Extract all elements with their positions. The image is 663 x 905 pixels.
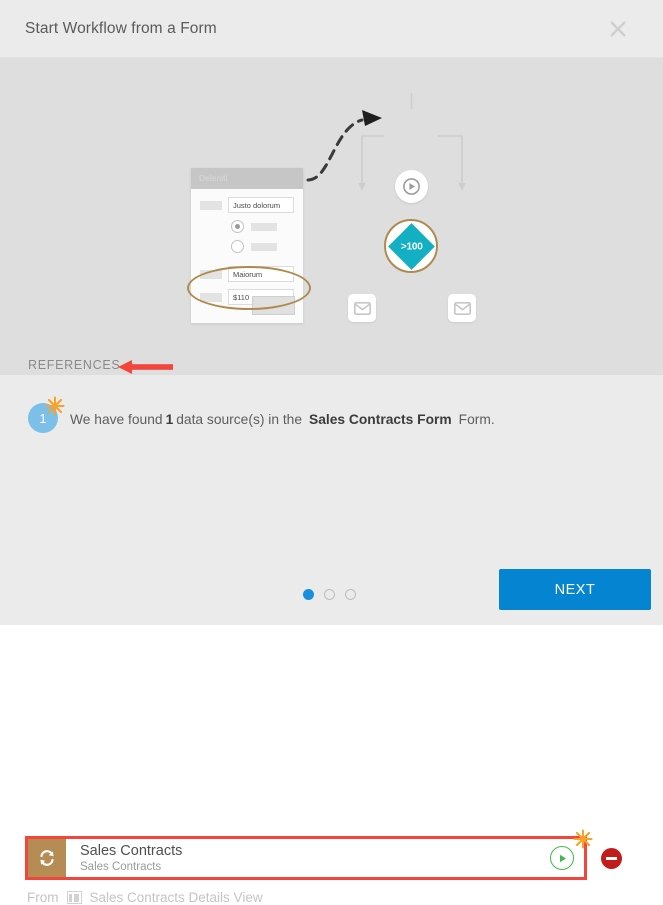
form-field-value: Maiorum bbox=[228, 266, 294, 282]
datasource-preview-button[interactable] bbox=[550, 846, 574, 870]
close-button[interactable] bbox=[601, 12, 635, 46]
form-radio-row bbox=[231, 240, 294, 253]
workflow-mail-node bbox=[348, 294, 376, 322]
illustration-form-card: Deleniti Justo dolorum Maiorum $110 bbox=[191, 168, 303, 323]
form-field-row: Maiorum bbox=[200, 266, 294, 282]
condition-label: >100 bbox=[400, 240, 422, 252]
datasource-subtitle: Sales Contracts bbox=[80, 860, 162, 873]
radio-label-placeholder bbox=[251, 242, 277, 251]
workflow-condition-node: >100 bbox=[384, 219, 438, 273]
radio-selected-icon bbox=[231, 220, 244, 233]
annotation-arrow-icon bbox=[118, 360, 173, 374]
datasource-remove-button[interactable] bbox=[601, 848, 622, 869]
datasource-labels: Sales Contracts Sales Contracts bbox=[80, 843, 550, 874]
radio-label-placeholder bbox=[251, 222, 277, 231]
pagination-dot-1[interactable] bbox=[303, 589, 314, 600]
references-heading: REFERENCES bbox=[28, 358, 121, 372]
form-field-label bbox=[200, 292, 222, 302]
found-text-after: Form. bbox=[458, 411, 495, 427]
pagination-dot-3[interactable] bbox=[345, 589, 356, 600]
form-field-label bbox=[200, 269, 222, 279]
next-button[interactable]: NEXT bbox=[499, 569, 651, 610]
datasource-row[interactable]: Sales Contracts Sales Contracts bbox=[25, 829, 593, 880]
found-message-text: We have found 1 data source(s) in the Sales… bbox=[70, 412, 495, 427]
play-icon bbox=[403, 178, 420, 195]
remove-icon bbox=[606, 857, 617, 860]
found-text-middle: data source(s) in the bbox=[176, 411, 303, 427]
found-datasources-message: 1 We have found 1 data source(s) in the Sal… bbox=[28, 396, 495, 435]
condition-diamond: >100 bbox=[387, 222, 435, 270]
datasource-origin: From Sales Contracts Details View bbox=[27, 890, 263, 905]
mail-icon bbox=[353, 301, 371, 315]
from-view-name: Sales Contracts Details View bbox=[89, 890, 263, 905]
form-card-title: Deleniti bbox=[191, 168, 303, 189]
view-icon bbox=[66, 891, 82, 904]
form-radio-row bbox=[231, 220, 294, 233]
step-badge-number: 1 bbox=[28, 403, 58, 433]
form-submit-placeholder bbox=[252, 296, 295, 315]
found-form-name: Sales Contracts Form bbox=[309, 411, 452, 427]
pagination-dot-2[interactable] bbox=[324, 589, 335, 600]
datasource-title: Sales Contracts bbox=[80, 842, 183, 859]
starburst-icon bbox=[573, 829, 593, 849]
sync-arrows-icon bbox=[40, 850, 54, 866]
workflow-mail-node bbox=[448, 294, 476, 322]
workflow-start-node bbox=[395, 170, 428, 203]
radio-unselected-icon bbox=[231, 240, 244, 253]
form-field-row: Justo dolorum bbox=[200, 197, 294, 213]
page-title: Start Workflow from a Form bbox=[25, 19, 217, 37]
play-icon bbox=[559, 854, 566, 862]
pagination-dots bbox=[303, 589, 356, 600]
mail-icon bbox=[453, 301, 471, 315]
illustration-panel: Deleniti Justo dolorum Maiorum $110 >100… bbox=[0, 58, 663, 400]
found-count: 1 bbox=[165, 411, 174, 427]
step-badge: 1 bbox=[28, 396, 65, 435]
from-label: From bbox=[27, 890, 59, 905]
form-field-value: Justo dolorum bbox=[228, 197, 294, 213]
close-icon bbox=[610, 20, 626, 37]
dialog-header: Start Workflow from a Form bbox=[0, 0, 663, 58]
found-text-before: We have found bbox=[70, 411, 163, 427]
datasource-type-icon bbox=[28, 839, 66, 877]
form-field-label bbox=[200, 200, 222, 210]
workflow-connectors bbox=[306, 93, 466, 191]
